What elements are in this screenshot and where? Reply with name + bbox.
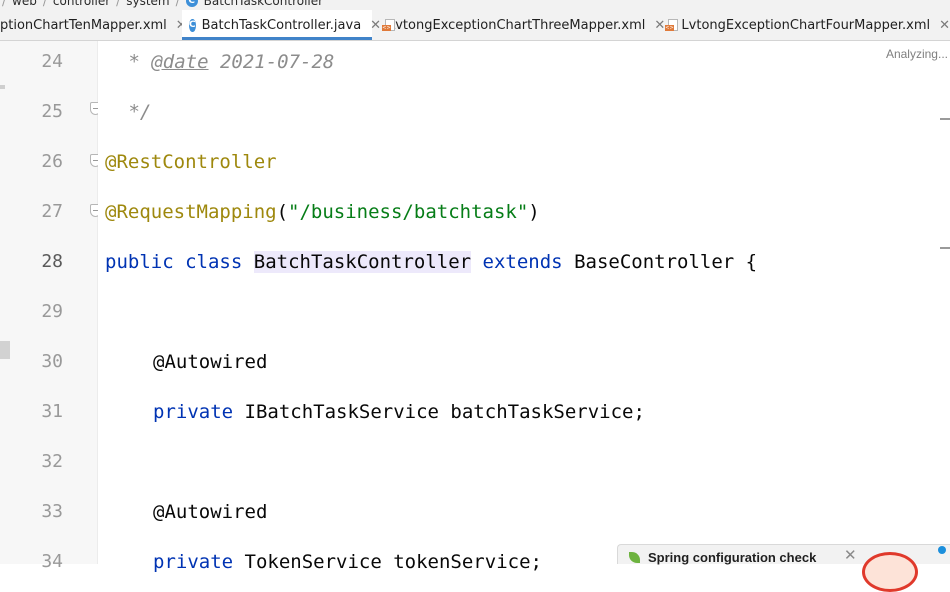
breadcrumb: / web / controller / system / C BatchTas…	[0, 0, 950, 10]
keyword-private: private	[153, 551, 234, 573]
code-line-30: @Autowired	[153, 337, 267, 387]
string-literal: "/business/batchtask"	[288, 201, 529, 223]
line-number: 25	[41, 101, 63, 122]
breadcrumb-separator: /	[175, 0, 180, 8]
comment-end: */	[117, 101, 152, 123]
line-number: 29	[41, 301, 63, 322]
notification-dot	[938, 546, 946, 554]
inspection-marker[interactable]	[940, 247, 950, 249]
keyword-class: class	[185, 251, 243, 273]
code-line-27: @RequestMapping("/business/batchtask")	[105, 187, 540, 237]
close-icon[interactable]: ✕	[939, 18, 950, 33]
tool-strip-button[interactable]	[0, 341, 10, 359]
keyword-extends: extends	[482, 251, 563, 273]
xml-file-icon: <>	[665, 18, 678, 32]
line-number: 30	[41, 351, 63, 372]
base-class: BaseController {	[574, 251, 758, 273]
breadcrumb-item-class[interactable]: BatchTaskController	[204, 0, 323, 8]
line-number: 33	[41, 501, 63, 522]
notification-title: Spring configuration check	[648, 550, 817, 565]
code-line-31: private IBatchTaskService batchTaskServi…	[153, 387, 645, 437]
code-line-33: @Autowired	[153, 487, 267, 537]
keyword-private: private	[153, 401, 234, 423]
comment-prefix: *	[117, 51, 152, 73]
breadcrumb-separator: /	[2, 0, 7, 8]
line-number: 24	[41, 51, 63, 72]
code-editor[interactable]	[98, 41, 950, 564]
class-icon: C	[189, 18, 196, 32]
code-line-24: * @date 2021-07-28	[117, 37, 334, 87]
code-line-25: */	[117, 87, 151, 137]
line-number: 31	[41, 401, 63, 422]
comment-text: 2021-07-28	[208, 51, 335, 73]
line-number: 32	[41, 451, 63, 472]
javadoc-date-tag: @date	[151, 51, 209, 73]
tab-label: LvtongExceptionChartFourMapper.xml	[681, 17, 931, 33]
tool-strip-marker	[0, 85, 5, 89]
line-number-current: 28	[41, 251, 63, 272]
tab-chart-ten-mapper[interactable]: ptionChartTenMapper.xml ✕	[0, 10, 187, 40]
code-line-28: public class BatchTaskController extends…	[105, 237, 757, 287]
tab-label: BatchTaskController.java	[201, 17, 362, 33]
line-number: 27	[41, 201, 63, 222]
line-number: 34	[41, 551, 63, 572]
field-declaration: TokenService tokenService;	[244, 551, 542, 573]
class-icon: C	[185, 0, 198, 7]
line-number: 26	[41, 151, 63, 172]
keyword-public: public	[105, 251, 174, 273]
field-declaration: IBatchTaskService batchTaskService;	[244, 401, 645, 423]
spring-leaf-icon	[629, 552, 640, 563]
tab-batch-task-controller[interactable]: C BatchTaskController.java ✕	[182, 10, 381, 40]
tab-chart-four-mapper[interactable]: <> LvtongExceptionChartFourMapper.xml ✕	[657, 10, 950, 40]
mascot-avatar[interactable]	[862, 552, 918, 592]
tab-chart-three-mapper[interactable]: <> LvtongExceptionChartThreeMapper.xml ✕	[372, 10, 665, 40]
editor-gutter[interactable]: 24 25 26 27 28 29 30 31 32 33 34	[10, 41, 101, 572]
close-icon[interactable]: ✕	[844, 546, 857, 564]
left-tool-strip	[0, 41, 10, 564]
tab-label: ptionChartTenMapper.xml	[0, 17, 167, 33]
annotation-request-mapping: @RequestMapping	[105, 201, 277, 223]
tab-label: LvtongExceptionChartThreeMapper.xml	[388, 17, 646, 33]
annotation-rest-controller: @RestController	[105, 151, 277, 173]
annotation-autowired: @Autowired	[153, 501, 268, 523]
breadcrumb-separator: /	[116, 0, 121, 8]
code-line-26: @RestController	[105, 137, 277, 187]
breadcrumb-item-system[interactable]: system	[126, 0, 169, 8]
analyzing-status: Analyzing...	[885, 47, 948, 61]
paren-open: (	[276, 201, 289, 223]
code-line-34: private TokenService tokenService;	[153, 537, 542, 587]
inspection-marker[interactable]	[940, 118, 950, 120]
breadcrumb-separator: /	[42, 0, 47, 8]
breadcrumb-item-controller[interactable]: controller	[53, 0, 110, 8]
class-name-highlight[interactable]: BatchTaskController	[253, 251, 472, 273]
breadcrumb-item-web[interactable]: web	[12, 0, 37, 8]
annotation-autowired: @Autowired	[153, 351, 268, 373]
paren-close: )	[528, 201, 540, 223]
